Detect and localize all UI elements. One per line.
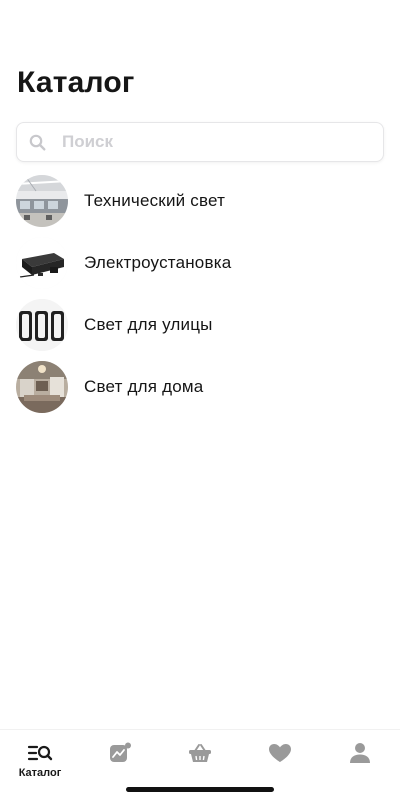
chart-icon (107, 742, 133, 764)
tab-catalog-label: Каталог (18, 767, 62, 779)
search-input[interactable] (60, 126, 364, 158)
catalog-item-technical-light[interactable]: Технический свет (0, 170, 400, 232)
outdoor-light-thumbnail (16, 299, 68, 351)
electrical-installation-thumbnail (16, 237, 68, 289)
basket-icon (187, 742, 213, 764)
technical-light-thumbnail (16, 175, 68, 227)
catalog-item-label: Технический свет (84, 191, 226, 210)
profile-icon (347, 742, 373, 764)
catalog-item-label: Свет для дома (84, 377, 204, 396)
home-indicator (126, 787, 274, 792)
catalog-item-home-light[interactable]: Свет для дома (0, 356, 400, 418)
catalog-item-label: Электроустановка (84, 253, 232, 272)
catalog-list: Технический свет Электроустановка Свет д… (0, 170, 400, 418)
catalog-icon (27, 742, 53, 764)
search-icon (28, 133, 46, 151)
heart-icon (267, 742, 293, 764)
catalog-screen: Каталог Поиск Технический свет Электроус… (0, 0, 400, 800)
search-bar[interactable] (16, 122, 384, 162)
page-title: Каталог (17, 66, 135, 99)
tab-catalog[interactable]: Каталог (0, 730, 80, 800)
catalog-item-label: Свет для улицы (84, 315, 213, 334)
catalog-item-electrical-installation[interactable]: Электроустановка (0, 232, 400, 294)
home-light-thumbnail (16, 361, 68, 413)
catalog-item-outdoor-light[interactable]: Свет для улицы (0, 294, 400, 356)
tab-profile[interactable] (320, 730, 400, 800)
